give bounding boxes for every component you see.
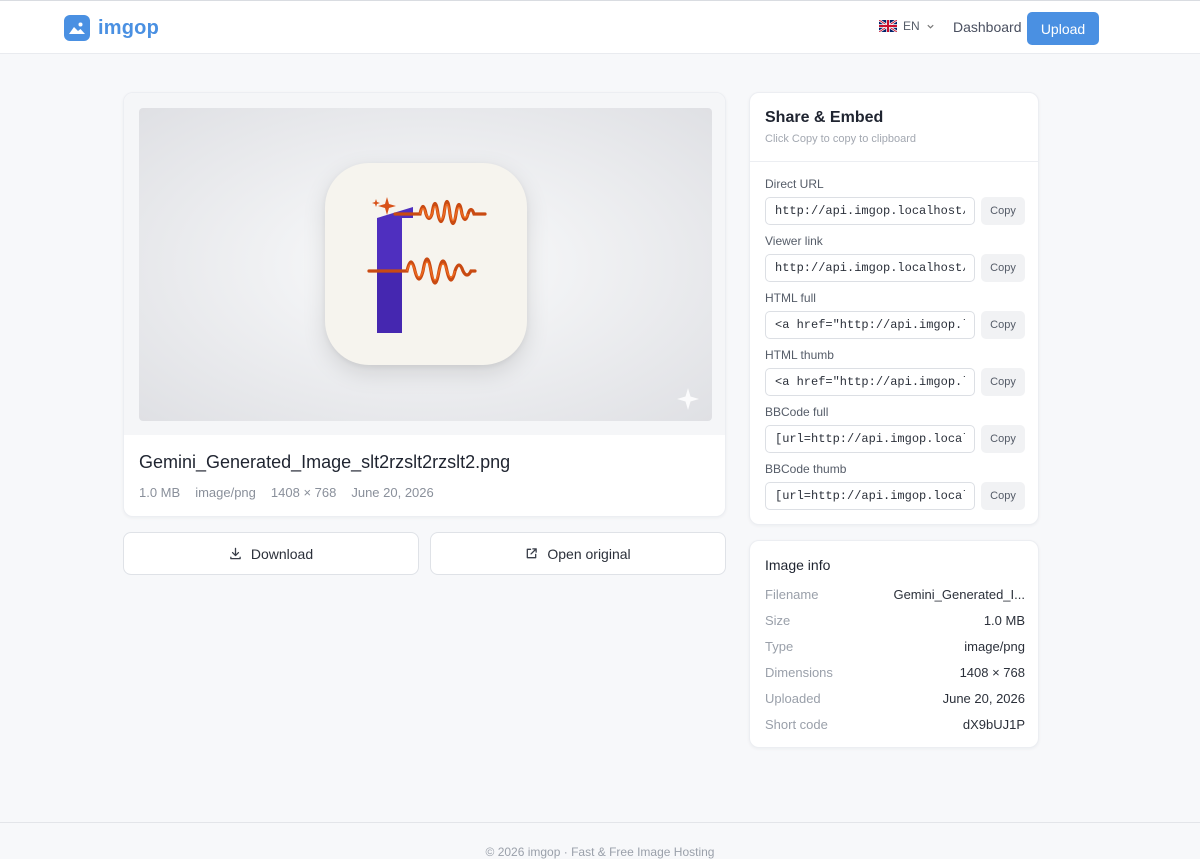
info-row-uploaded: Uploaded June 20, 2026 [765, 690, 1025, 706]
copy-html-thumb-button[interactable]: Copy [981, 368, 1025, 396]
field-bbcode-full: BBCode full Copy [765, 405, 1025, 453]
field-label: Viewer link [765, 234, 823, 248]
field-label: HTML thumb [765, 348, 834, 362]
preview-app-icon-graphic [325, 163, 527, 365]
uk-flag-icon [879, 20, 897, 32]
field-label: BBCode full [765, 405, 829, 419]
chevron-down-icon [927, 24, 934, 29]
html-full-input[interactable] [765, 311, 975, 339]
field-label: Direct URL [765, 177, 824, 191]
copy-html-full-button[interactable]: Copy [981, 311, 1025, 339]
direct-url-input[interactable] [765, 197, 975, 225]
language-code: EN [903, 19, 920, 33]
field-html-thumb: HTML thumb Copy [765, 348, 1025, 396]
upload-button[interactable]: Upload [1027, 12, 1099, 45]
open-original-label: Open original [547, 545, 631, 562]
field-label: BBCode thumb [765, 462, 847, 476]
file-name-heading: Gemini_Generated_Image_slt2rzslt2rzslt2.… [139, 452, 511, 472]
share-embed-card: Share & Embed Click Copy to copy to clip… [749, 92, 1039, 525]
field-html-full: HTML full Copy [765, 291, 1025, 339]
open-original-button[interactable]: Open original [430, 532, 726, 575]
file-dimensions: 1408 × 768 [270, 485, 337, 500]
sparkle-watermark-icon [677, 388, 699, 410]
info-row-size: Size 1.0 MB [765, 612, 1025, 628]
info-row-short-code: Short code dX9bUJ1P [765, 716, 1025, 732]
download-icon [230, 547, 241, 560]
bbcode-thumb-input[interactable] [765, 482, 975, 510]
file-date: June 20, 2026 [351, 485, 434, 500]
field-bbcode-thumb: BBCode thumb Copy [765, 462, 1025, 510]
download-button[interactable]: Download [123, 532, 419, 575]
brand-name: imgop [98, 16, 159, 39]
field-direct-url: Direct URL Copy [765, 177, 1025, 225]
viewer-link-input[interactable] [765, 254, 975, 282]
footer-text: © 2026 imgop · Fast & Free Image Hosting [485, 845, 715, 859]
field-viewer-link: Viewer link Copy [765, 234, 1025, 282]
share-subtitle: Click Copy to copy to clipboard [765, 133, 917, 145]
page-footer: © 2026 imgop · Fast & Free Image Hosting [0, 822, 1200, 859]
image-preview-card: Gemini_Generated_Image_slt2rzslt2rzslt2.… [123, 92, 726, 517]
image-preview[interactable] [139, 108, 712, 421]
html-thumb-input[interactable] [765, 368, 975, 396]
top-navbar: imgop EN Dashboard Upload [0, 0, 1200, 54]
nav-dashboard-link[interactable]: Dashboard [953, 19, 1022, 35]
field-label: HTML full [765, 291, 816, 305]
image-info-card: Image info Filename Gemini_Generated_I..… [749, 540, 1039, 748]
copy-direct-url-button[interactable]: Copy [981, 197, 1025, 225]
copy-viewer-link-button[interactable]: Copy [981, 254, 1025, 282]
brand-logo-link[interactable]: imgop [64, 15, 159, 41]
copy-bbcode-full-button[interactable]: Copy [981, 425, 1025, 453]
bbcode-full-input[interactable] [765, 425, 975, 453]
file-type: image/png [195, 485, 256, 500]
share-title: Share & Embed [765, 109, 884, 126]
info-row-type: Type image/png [765, 638, 1025, 654]
info-row-filename: Filename Gemini_Generated_I... [765, 586, 1025, 602]
language-selector[interactable]: EN [879, 19, 935, 33]
image-info-title: Image info [765, 557, 831, 573]
file-size: 1.0 MB [139, 485, 181, 500]
external-link-icon [527, 548, 538, 559]
file-meta: 1.0 MB image/png 1408 × 768 June 20, 202… [139, 485, 434, 500]
info-row-dimensions: Dimensions 1408 × 768 [765, 664, 1025, 680]
letter-f-soundwave-logo [367, 197, 487, 333]
copy-bbcode-thumb-button[interactable]: Copy [981, 482, 1025, 510]
download-label: Download [250, 545, 314, 562]
image-logo-icon [64, 15, 90, 41]
